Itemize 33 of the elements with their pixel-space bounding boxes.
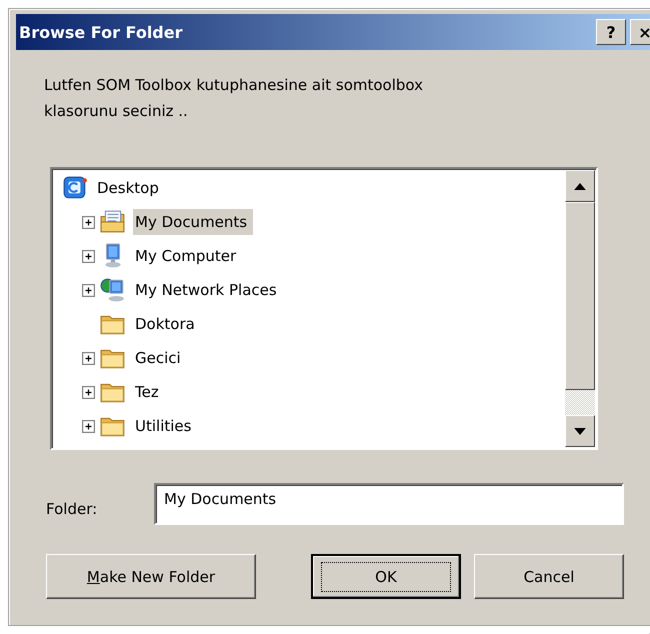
documents-folder-icon xyxy=(100,209,126,235)
scroll-track[interactable] xyxy=(565,390,595,415)
desktop-icon xyxy=(62,175,88,201)
scroll-up-button[interactable] xyxy=(565,170,595,202)
expand-icon[interactable] xyxy=(82,386,95,398)
help-button[interactable]: ? xyxy=(596,19,626,45)
ok-button[interactable]: OK xyxy=(311,554,461,599)
folder-label: Folder: xyxy=(46,499,98,518)
expand-icon[interactable] xyxy=(82,216,95,228)
tree-item[interactable]: My Network Places xyxy=(133,277,283,303)
tree-item[interactable]: Desktop xyxy=(95,175,165,201)
scroll-down-button[interactable] xyxy=(565,415,595,447)
tree-item[interactable]: My Computer xyxy=(133,243,242,269)
folder-field[interactable]: My Documents xyxy=(154,483,624,525)
tree-item[interactable]: Tez xyxy=(133,379,165,405)
expand-icon[interactable] xyxy=(82,420,95,432)
vertical-scrollbar[interactable] xyxy=(565,170,595,447)
tree-item[interactable]: Doktora xyxy=(133,311,201,337)
make-new-folder-button[interactable]: Make New Folder xyxy=(46,554,256,599)
instruction-text: Lutfen SOM Toolbox kutuphanesine ait somtoolbox klasorunu seciniz .. xyxy=(44,75,424,122)
close-button[interactable]: × xyxy=(630,19,650,45)
up-arrow-icon xyxy=(574,182,586,190)
network-computer-icon xyxy=(100,277,126,303)
window-title: Browse For Folder xyxy=(19,22,184,42)
expand-icon[interactable] xyxy=(82,352,95,364)
tree-item[interactable]: Utilities xyxy=(133,413,198,439)
cancel-button[interactable]: Cancel xyxy=(474,554,624,599)
tree-item[interactable]: My Documents xyxy=(133,209,254,235)
expand-icon[interactable] xyxy=(82,250,95,262)
expand-icon[interactable] xyxy=(82,284,95,296)
scroll-thumb[interactable] xyxy=(565,202,595,390)
down-arrow-icon xyxy=(574,428,586,434)
tree-item[interactable]: Gecici xyxy=(133,345,187,371)
